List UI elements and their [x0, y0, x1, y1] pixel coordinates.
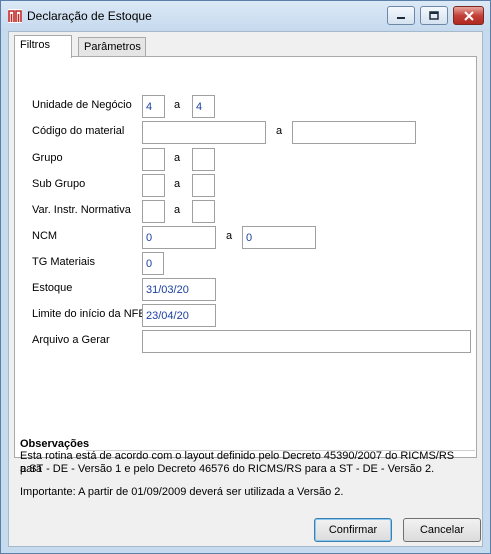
- unidade-negocio-label: Unidade de Negócio: [32, 99, 132, 111]
- ncm-sep: a: [226, 230, 233, 242]
- ncm-label: NCM: [32, 230, 58, 242]
- estoque-date-input[interactable]: [142, 278, 216, 301]
- minimize-icon: [397, 16, 405, 19]
- codigo-material-label: Código do material: [32, 125, 125, 137]
- sub-grupo-label: Sub Grupo: [32, 178, 86, 190]
- observacoes-group: Observações Esta rotina está de acordo c…: [14, 436, 477, 506]
- ncm-from-input[interactable]: [142, 226, 216, 249]
- observacoes-title: Observações: [20, 438, 90, 450]
- grupo-sep: a: [174, 152, 181, 164]
- dialog-body: Filtros Parâmetros Unidade de Negócio a …: [8, 31, 483, 547]
- tab-parametros-label: Parâmetros: [84, 41, 141, 53]
- tab-parametros[interactable]: Parâmetros: [78, 37, 146, 57]
- filtros-panel: Unidade de Negócio a Código do material …: [14, 56, 477, 458]
- tab-filtros-label: Filtros: [20, 39, 50, 51]
- tg-materiais-input[interactable]: [142, 252, 164, 275]
- limite-nfe-label: Limite do início da NFE: [32, 308, 146, 320]
- sub-grupo-from-input[interactable]: [142, 174, 165, 197]
- minimize-button[interactable]: [387, 6, 415, 25]
- codigo-material-sep: a: [276, 125, 283, 137]
- maximize-button[interactable]: [420, 6, 448, 25]
- observacoes-line-2: a ST - DE - Versão 1 e pelo Decreto 4657…: [20, 463, 435, 475]
- observacoes-line-3: Importante: A partir de 01/09/2009 dever…: [20, 486, 344, 498]
- var-instr-from-input[interactable]: [142, 200, 165, 223]
- grupo-to-input[interactable]: [192, 148, 215, 171]
- maximize-icon: [429, 11, 439, 20]
- grupo-label: Grupo: [32, 152, 63, 164]
- var-instr-label: Var. Instr. Normativa: [32, 204, 131, 216]
- ncm-to-input[interactable]: [242, 226, 316, 249]
- close-button[interactable]: [453, 6, 484, 25]
- estoque-label: Estoque: [32, 282, 73, 294]
- window-title: Declaração de Estoque: [27, 9, 152, 23]
- unidade-negocio-sep: a: [174, 99, 181, 111]
- close-icon: [463, 10, 474, 21]
- codigo-material-from-input[interactable]: [142, 121, 266, 144]
- arquivo-gerar-label: Arquivo a Gerar: [32, 334, 110, 346]
- confirmar-button[interactable]: Confirmar: [314, 518, 392, 542]
- tab-filtros[interactable]: Filtros: [14, 35, 72, 58]
- title-bar[interactable]: Declaração de Estoque: [1, 1, 490, 31]
- cancelar-button[interactable]: Cancelar: [403, 518, 481, 542]
- sub-grupo-sep: a: [174, 178, 181, 190]
- codigo-material-to-input[interactable]: [292, 121, 416, 144]
- arquivo-gerar-input[interactable]: [142, 330, 471, 353]
- limite-nfe-date-input[interactable]: [142, 304, 216, 327]
- tg-materiais-label: TG Materiais: [32, 256, 95, 268]
- unidade-negocio-from-input[interactable]: [142, 95, 165, 118]
- app-logo-icon: [8, 9, 22, 23]
- var-instr-sep: a: [174, 204, 181, 216]
- sub-grupo-to-input[interactable]: [192, 174, 215, 197]
- dialog-window: Declaração de Estoque Filtros Parâmetros…: [0, 0, 491, 554]
- unidade-negocio-to-input[interactable]: [192, 95, 215, 118]
- grupo-from-input[interactable]: [142, 148, 165, 171]
- var-instr-to-input[interactable]: [192, 200, 215, 223]
